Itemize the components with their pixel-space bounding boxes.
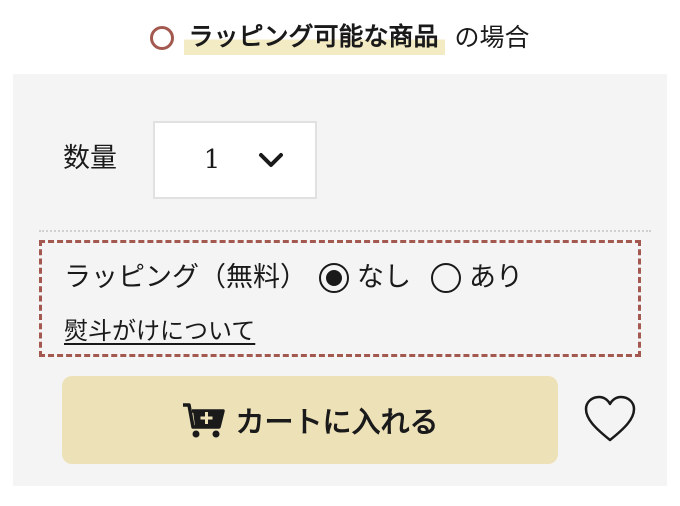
purchase-panel: 数量 1 ラッピング（無料） なし あり 熨斗がけについて カートに入れる bbox=[13, 74, 667, 486]
radio-none-label[interactable]: なし bbox=[357, 261, 411, 295]
quantity-label: 数量 bbox=[63, 143, 117, 174]
wrapping-label: ラッピング（無料） bbox=[64, 262, 307, 293]
add-to-cart-button[interactable]: カートに入れる bbox=[62, 376, 558, 464]
radio-yes[interactable] bbox=[431, 263, 461, 293]
quantity-value: 1 bbox=[203, 145, 221, 175]
chevron-down-icon bbox=[259, 153, 284, 167]
heart-icon[interactable] bbox=[583, 394, 637, 444]
caption-suffix: の場合 bbox=[454, 23, 530, 52]
add-to-cart-label: カートに入れる bbox=[235, 405, 439, 439]
dotted-divider bbox=[39, 230, 651, 232]
quantity-select[interactable]: 1 bbox=[153, 121, 317, 199]
wrapping-options-box: ラッピング（無料） なし あり 熨斗がけについて bbox=[39, 240, 641, 357]
caption: ラッピング可能な商品 の場合 bbox=[0, 20, 680, 55]
wrapping-row: ラッピング（無料） なし あり bbox=[64, 261, 523, 295]
cart-add-icon bbox=[183, 403, 226, 438]
noshi-info-link[interactable]: 熨斗がけについて bbox=[64, 317, 255, 345]
radio-yes-label[interactable]: あり bbox=[469, 261, 523, 295]
caption-highlight: ラッピング可能な商品 bbox=[184, 20, 445, 55]
circle-mark-icon bbox=[150, 25, 175, 50]
radio-none[interactable] bbox=[319, 263, 349, 293]
